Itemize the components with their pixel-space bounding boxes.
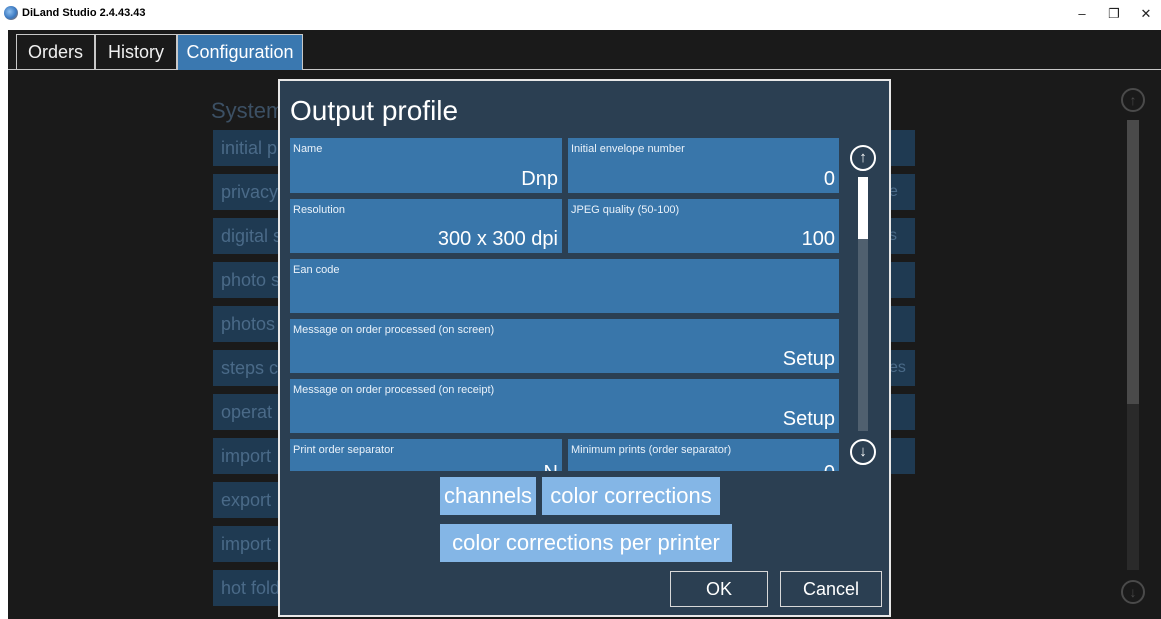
ean-code-label: Ean code: [293, 264, 340, 276]
message-on-receipt-label: Message on order processed (on receipt): [293, 384, 495, 396]
main-scroll-up-icon[interactable]: ↑: [1121, 88, 1145, 112]
print-order-separator-value: N: [544, 462, 558, 471]
config-item-right[interactable]: [889, 306, 915, 342]
main-scrollbar-thumb[interactable]: [1127, 120, 1139, 404]
tab-history[interactable]: History: [95, 34, 177, 70]
color-corrections-per-printer-button[interactable]: color corrections per printer: [440, 524, 732, 562]
form-scroll-up-icon[interactable]: ↑: [850, 145, 876, 171]
main-scroll-down-icon[interactable]: ↓: [1121, 580, 1145, 604]
config-item-right[interactable]: [889, 394, 915, 430]
print-order-separator-label: Print order separator: [293, 444, 394, 456]
initial-envelope-field[interactable]: Initial envelope number 0: [568, 138, 839, 193]
name-label: Name: [293, 143, 323, 155]
minimum-prints-field[interactable]: Minimum prints (order separator) 0: [568, 439, 839, 471]
message-on-screen-field[interactable]: Message on order processed (on screen) S…: [290, 319, 839, 373]
form-scrollbar-thumb[interactable]: [858, 177, 868, 239]
config-item-right[interactable]: es: [889, 350, 915, 386]
print-order-separator-field[interactable]: Print order separator N: [290, 439, 562, 471]
channels-button[interactable]: channels: [440, 477, 536, 515]
name-field[interactable]: Name Dnp: [290, 138, 562, 193]
form-scroll-down-icon[interactable]: ↓: [850, 439, 876, 465]
ok-button[interactable]: OK: [670, 571, 768, 607]
name-value: Dnp: [521, 168, 558, 190]
message-on-receipt-setup[interactable]: Setup: [783, 408, 835, 431]
app-logo-icon: [4, 6, 18, 20]
minimum-prints-label: Minimum prints (order separator): [571, 444, 732, 456]
resolution-field[interactable]: Resolution 300 x 300 dpi: [290, 199, 562, 253]
message-on-screen-setup[interactable]: Setup: [783, 348, 835, 371]
jpeg-quality-value: 100: [801, 228, 835, 250]
config-item-right[interactable]: s: [889, 218, 915, 254]
message-on-screen-label: Message on order processed (on screen): [293, 324, 495, 336]
minimum-prints-value: 0: [824, 462, 835, 471]
initial-envelope-value: 0: [823, 168, 835, 190]
color-corrections-button[interactable]: color corrections: [542, 477, 720, 515]
resolution-label: Resolution: [293, 204, 345, 216]
restore-button[interactable]: ❐: [1102, 4, 1126, 24]
config-item-right[interactable]: e: [889, 174, 915, 210]
close-button[interactable]: ✕: [1134, 4, 1158, 24]
cancel-button[interactable]: Cancel: [780, 571, 882, 607]
ean-code-field[interactable]: Ean code: [290, 259, 839, 313]
tab-configuration[interactable]: Configuration: [177, 34, 303, 70]
jpeg-quality-label: JPEG quality (50-100): [571, 204, 680, 216]
config-item-right[interactable]: [889, 130, 915, 166]
window-title: DiLand Studio 2.4.43.43: [22, 7, 146, 19]
window-titlebar: DiLand Studio 2.4.43.43 – ❐ ✕: [0, 0, 1161, 30]
tab-bar: Orders History Configuration: [8, 30, 1161, 70]
minimize-button[interactable]: –: [1070, 4, 1094, 24]
section-title: System: [211, 98, 285, 123]
resolution-value: 300 x 300 dpi: [437, 228, 558, 250]
dialog-title: Output profile: [290, 95, 459, 126]
config-item-right[interactable]: [889, 438, 915, 474]
config-item-right[interactable]: [889, 262, 915, 298]
jpeg-quality-field[interactable]: JPEG quality (50-100) 100: [568, 199, 839, 253]
initial-envelope-label: Initial envelope number: [571, 143, 685, 155]
tab-orders[interactable]: Orders: [16, 34, 95, 70]
output-profile-dialog: Output profile Name Dnp Initial envelope…: [278, 79, 891, 617]
message-on-receipt-field[interactable]: Message on order processed (on receipt) …: [290, 379, 839, 433]
